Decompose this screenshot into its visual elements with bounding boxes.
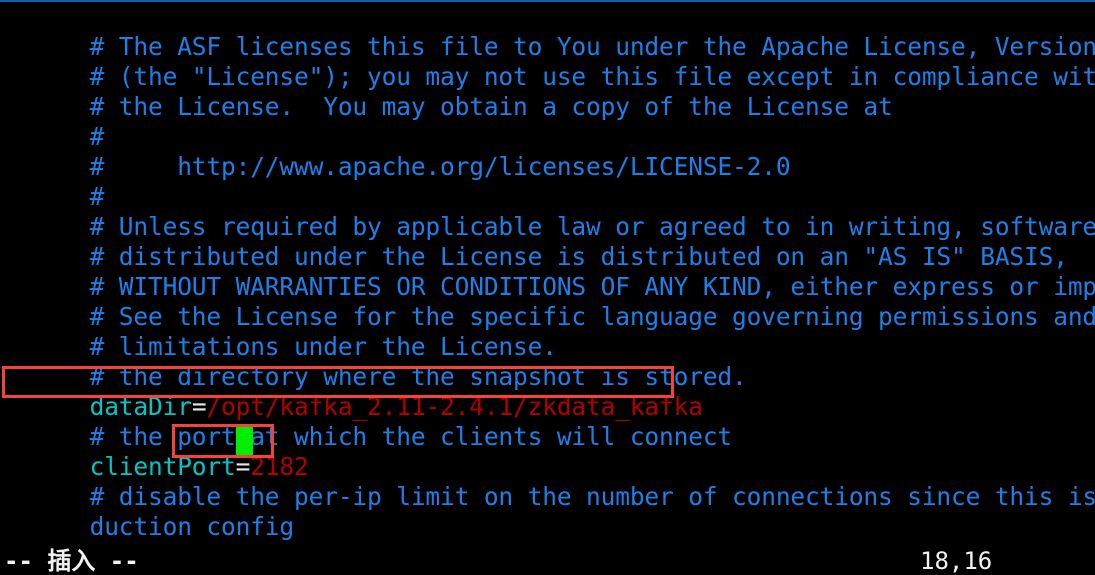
terminal-window: # The ASF licenses this file to You unde… — [0, 0, 1095, 575]
code-line: # the port at which the clients will con… — [2, 392, 733, 451]
vim-status-bar: -- 插入 -- 18,16 — [0, 545, 1095, 575]
cursor-position-indicator: 18,16 — [920, 547, 993, 575]
code-line: # — [2, 152, 105, 211]
vim-mode-indicator: -- 插入 -- — [4, 547, 139, 575]
code-line: # disable the per-ip limit on the number… — [2, 452, 1095, 511]
code-line: # limitations under the License. — [2, 302, 557, 361]
code-line: # the License. You may obtain a copy of … — [2, 62, 893, 121]
code-line: # See the License for the specific langu… — [2, 272, 1095, 331]
code-line-clientport: clientPort=2182 — [2, 422, 309, 481]
code-line: duction config — [2, 482, 295, 541]
code-line: # Unless required by applicable law or a… — [2, 182, 1095, 241]
code-line: # The ASF licenses this file to You unde… — [2, 2, 1095, 61]
code-line-datadir: dataDir=/opt/kafka_2.11-2.4.1/zkdata_kaf… — [2, 362, 703, 421]
code-line: # — [2, 92, 105, 151]
code-line: # WITHOUT WARRANTIES OR CONDITIONS OF AN… — [2, 242, 1095, 301]
text-cursor — [236, 426, 253, 455]
vim-editor-area[interactable]: # The ASF licenses this file to You unde… — [0, 2, 1095, 545]
code-line: # the directory where the snapshot is st… — [2, 332, 747, 391]
comment-text: # http://www.apache.org/licenses/LICENSE… — [89, 152, 791, 181]
code-line-maxclientcnxns: maxClientCnxns=0 — [2, 512, 324, 545]
code-line: # http://www.apache.org/licenses/LICENSE… — [2, 122, 791, 181]
code-line: # distributed under the License is distr… — [2, 212, 1068, 271]
comment-text: # the License. You may obtain a copy of … — [89, 92, 893, 121]
code-line: # (the "License"); you may not use this … — [2, 32, 1095, 91]
